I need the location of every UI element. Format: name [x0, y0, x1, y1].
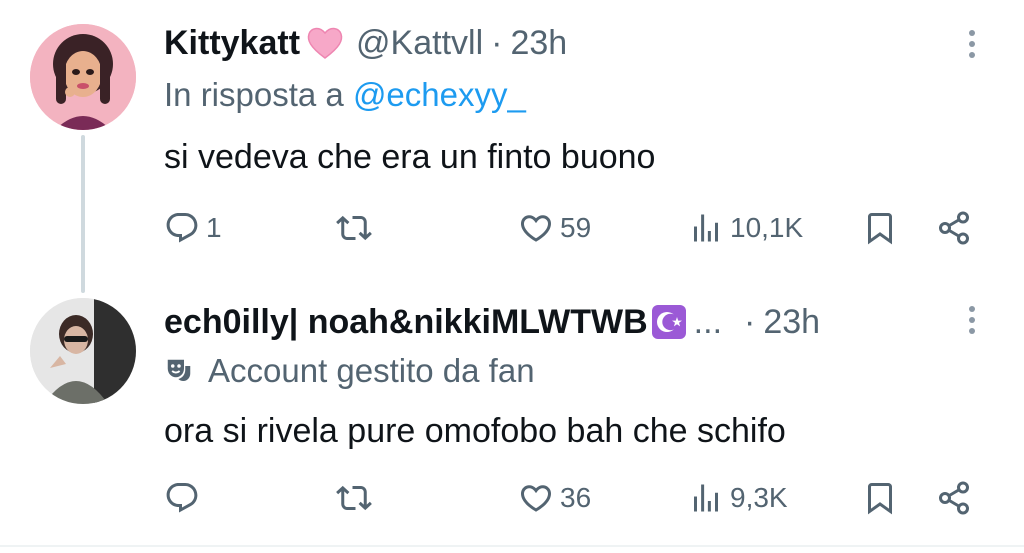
- share-icon: [939, 211, 969, 245]
- display-name[interactable]: Kittykatt: [164, 24, 300, 63]
- retweet-icon: [336, 215, 372, 241]
- retweet-button[interactable]: [336, 473, 372, 523]
- theater-masks-icon: [167, 359, 191, 381]
- more-dots-icon: [969, 306, 975, 312]
- separator-dot: ·: [744, 302, 756, 341]
- tweet-header: ech0illy| noah&nikkiMLWTWB ... · 23h: [164, 300, 944, 344]
- reply-mention-link[interactable]: @echexyy_: [353, 76, 526, 113]
- retweet-icon: [336, 485, 372, 511]
- bookmark-icon: [868, 483, 892, 515]
- tweet[interactable]: Kittykatt @Kattvll · 23h In risposta a @…: [0, 0, 1024, 293]
- like-button[interactable]: 36: [518, 473, 591, 523]
- bookmark-button[interactable]: [862, 473, 898, 523]
- account-label-text: Account gestito da fan: [208, 352, 535, 389]
- tweet[interactable]: ech0illy| noah&nikkiMLWTWB ... · 23h Acc…: [0, 272, 1024, 542]
- reply-count: 1: [206, 212, 222, 243]
- pink-heart-emoji-icon: [306, 26, 344, 60]
- tweet-text: ora si rivela pure omofobo bah che schif…: [164, 412, 786, 450]
- bookmark-icon: [868, 213, 892, 245]
- share-button[interactable]: [936, 473, 972, 523]
- more-options-button[interactable]: [962, 298, 982, 342]
- reply-button[interactable]: 1: [164, 203, 222, 253]
- reply-icon: [166, 483, 198, 513]
- name-ellipsis: ...: [693, 302, 723, 341]
- like-button[interactable]: 59: [518, 203, 591, 253]
- views-count: 9,3K: [730, 482, 788, 513]
- action-bar: 1 59 10,1K: [0, 203, 1024, 253]
- heart-outline-icon: [520, 485, 552, 512]
- views-count: 10,1K: [730, 212, 804, 243]
- timestamp[interactable]: 23h: [510, 24, 567, 63]
- tweet-header: Kittykatt @Kattvll · 23h: [164, 21, 944, 65]
- views-button[interactable]: 9,3K: [688, 473, 788, 523]
- bar-chart-icon: [694, 484, 718, 512]
- bar-chart-icon: [694, 214, 718, 242]
- tweet-text: si vedeva che era un finto buono: [164, 138, 656, 176]
- avatar[interactable]: [30, 24, 136, 130]
- action-bar: 36 9,3K: [0, 473, 1024, 523]
- share-button[interactable]: [936, 203, 972, 253]
- bookmark-button[interactable]: [862, 203, 898, 253]
- like-count: 59: [560, 212, 592, 243]
- reply-prefix: In risposta a: [164, 76, 344, 113]
- share-icon: [939, 481, 969, 515]
- more-options-button[interactable]: [962, 22, 982, 66]
- reply-context: In risposta a @echexyy_: [164, 76, 526, 114]
- reply-icon: [166, 213, 198, 243]
- reply-button[interactable]: [164, 473, 200, 523]
- divider: [0, 545, 1024, 547]
- views-button[interactable]: 10,1K: [688, 203, 803, 253]
- display-name[interactable]: ech0illy| noah&nikkiMLWTWB: [164, 303, 648, 342]
- account-label: Account gestito da fan: [164, 352, 535, 390]
- heart-outline-icon: [520, 215, 552, 242]
- handle[interactable]: @Kattvll: [356, 24, 483, 63]
- more-dots-icon: [969, 30, 975, 36]
- like-count: 36: [560, 482, 592, 513]
- separator-dot: ·: [491, 23, 503, 62]
- retweet-button[interactable]: [336, 203, 372, 253]
- timestamp[interactable]: 23h: [763, 303, 820, 342]
- avatar[interactable]: [30, 298, 136, 404]
- star-and-crescent-emoji-icon: [651, 305, 686, 339]
